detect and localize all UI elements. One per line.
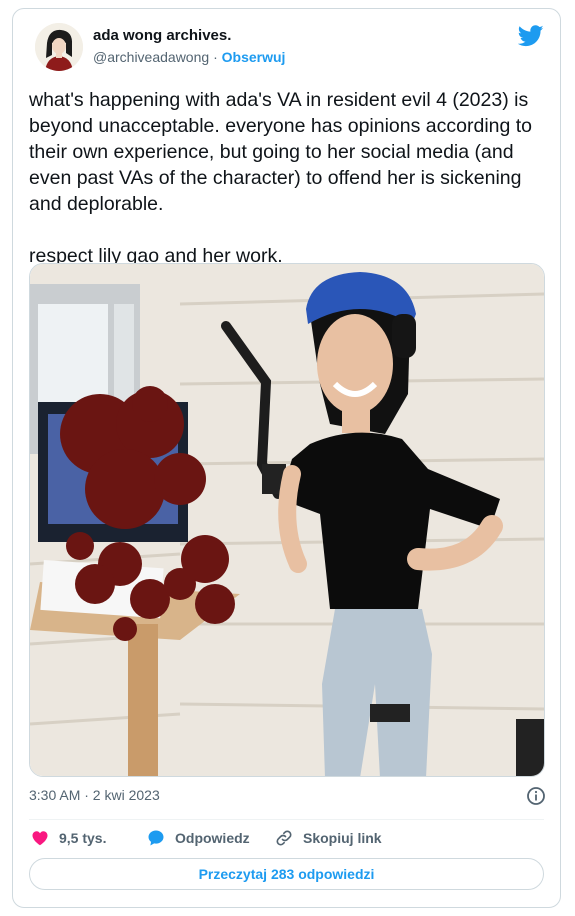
follow-button[interactable]: Obserwuj xyxy=(222,49,286,65)
copy-link-button[interactable]: Skopiuj link xyxy=(275,827,382,849)
divider xyxy=(29,819,544,820)
info-icon[interactable] xyxy=(526,786,546,806)
like-button[interactable]: 9,5 tys. xyxy=(31,827,106,849)
read-replies-button[interactable]: Przeczytaj 283 odpowiedzi xyxy=(29,858,544,890)
link-icon xyxy=(276,830,292,846)
tweet-photo[interactable] xyxy=(29,263,545,777)
account-handle[interactable]: @archiveadawong xyxy=(93,49,209,65)
account-name[interactable]: ada wong archives. xyxy=(93,27,231,44)
like-count: 9,5 tys. xyxy=(59,830,107,846)
tweet-card: ada wong archives. @archiveadawong · Obs… xyxy=(12,8,561,908)
reply-label: Odpowiedz xyxy=(175,830,250,846)
reply-button[interactable]: Odpowiedz xyxy=(147,827,250,849)
twitter-bird-icon[interactable] xyxy=(518,25,544,47)
tweet-text: what's happening with ada's VA in reside… xyxy=(29,89,533,267)
speech-bubble-icon xyxy=(148,830,164,846)
account-handle-row: @archiveadawong · Obserwuj xyxy=(93,49,285,65)
heart-icon xyxy=(32,831,48,846)
tweet-timestamp[interactable]: 3:30 AM · 2 kwi 2023 xyxy=(29,787,160,803)
copy-link-label: Skopiuj link xyxy=(303,830,382,846)
avatar[interactable] xyxy=(35,23,83,71)
separator: · xyxy=(213,49,218,65)
